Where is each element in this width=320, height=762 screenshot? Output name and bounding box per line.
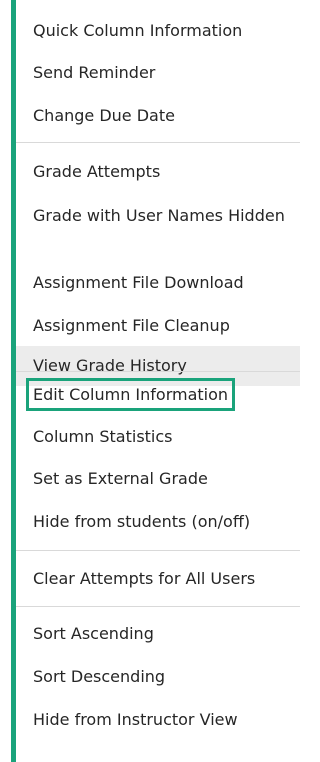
menu-item-column-statistics[interactable]: Column Statistics — [16, 426, 300, 448]
menu-item-clear-attempts-for-all-users[interactable]: Clear Attempts for All Users — [16, 568, 300, 590]
menu-divider — [16, 550, 300, 551]
menu-item-hide-from-students[interactable]: Hide from students (on/off) — [16, 511, 300, 533]
menu-item-change-due-date[interactable]: Change Due Date — [16, 105, 300, 127]
menu-item-label: Assignment File Download — [33, 273, 244, 292]
menu-item-label: Grade with User Names Hidden — [33, 206, 285, 225]
column-context-menu: Quick Column Information Send Reminder C… — [11, 0, 300, 762]
menu-item-label: Sort Descending — [33, 667, 166, 686]
menu-item-sort-descending[interactable]: Sort Descending — [16, 666, 300, 688]
menu-divider — [16, 371, 300, 372]
menu-item-send-reminder[interactable]: Send Reminder — [16, 62, 300, 84]
menu-item-label: Quick Column Information — [33, 21, 243, 40]
menu-item-grade-attempts[interactable]: Grade Attempts — [16, 161, 300, 183]
menu-item-label: Column Statistics — [33, 427, 173, 446]
menu-divider — [16, 142, 300, 143]
menu-item-view-grade-history[interactable]: View Grade History — [16, 346, 300, 386]
menu-item-assignment-file-cleanup[interactable]: Assignment File Cleanup — [16, 315, 300, 337]
menu-item-sort-ascending[interactable]: Sort Ascending — [16, 623, 300, 645]
menu-item-label: View Grade History — [33, 356, 187, 375]
menu-item-label: Sort Ascending — [33, 624, 154, 643]
menu-item-set-as-external-grade[interactable]: Set as External Grade — [16, 468, 300, 490]
menu-item-label: Assignment File Cleanup — [33, 316, 230, 335]
menu-item-grade-with-user-names-hidden[interactable]: Grade with User Names Hidden — [16, 203, 300, 228]
menu-item-label: Grade Attempts — [33, 162, 161, 181]
menu-item-hide-from-instructor-view[interactable]: Hide from Instructor View — [16, 709, 300, 731]
menu-item-label: Set as External Grade — [33, 469, 208, 488]
menu-item-assignment-file-download[interactable]: Assignment File Download — [16, 272, 300, 294]
menu-item-label: Edit Column Information — [25, 378, 236, 411]
menu-item-edit-column-information[interactable]: Edit Column Information — [16, 378, 300, 411]
menu-item-label: Hide from students (on/off) — [33, 512, 251, 531]
menu-item-label: Change Due Date — [33, 106, 175, 125]
menu-divider — [16, 606, 300, 607]
menu-item-label: Send Reminder — [33, 63, 156, 82]
menu-item-label: Clear Attempts for All Users — [33, 569, 256, 588]
menu-item-label: Hide from Instructor View — [33, 710, 238, 729]
menu-item-quick-column-information[interactable]: Quick Column Information — [16, 20, 300, 42]
